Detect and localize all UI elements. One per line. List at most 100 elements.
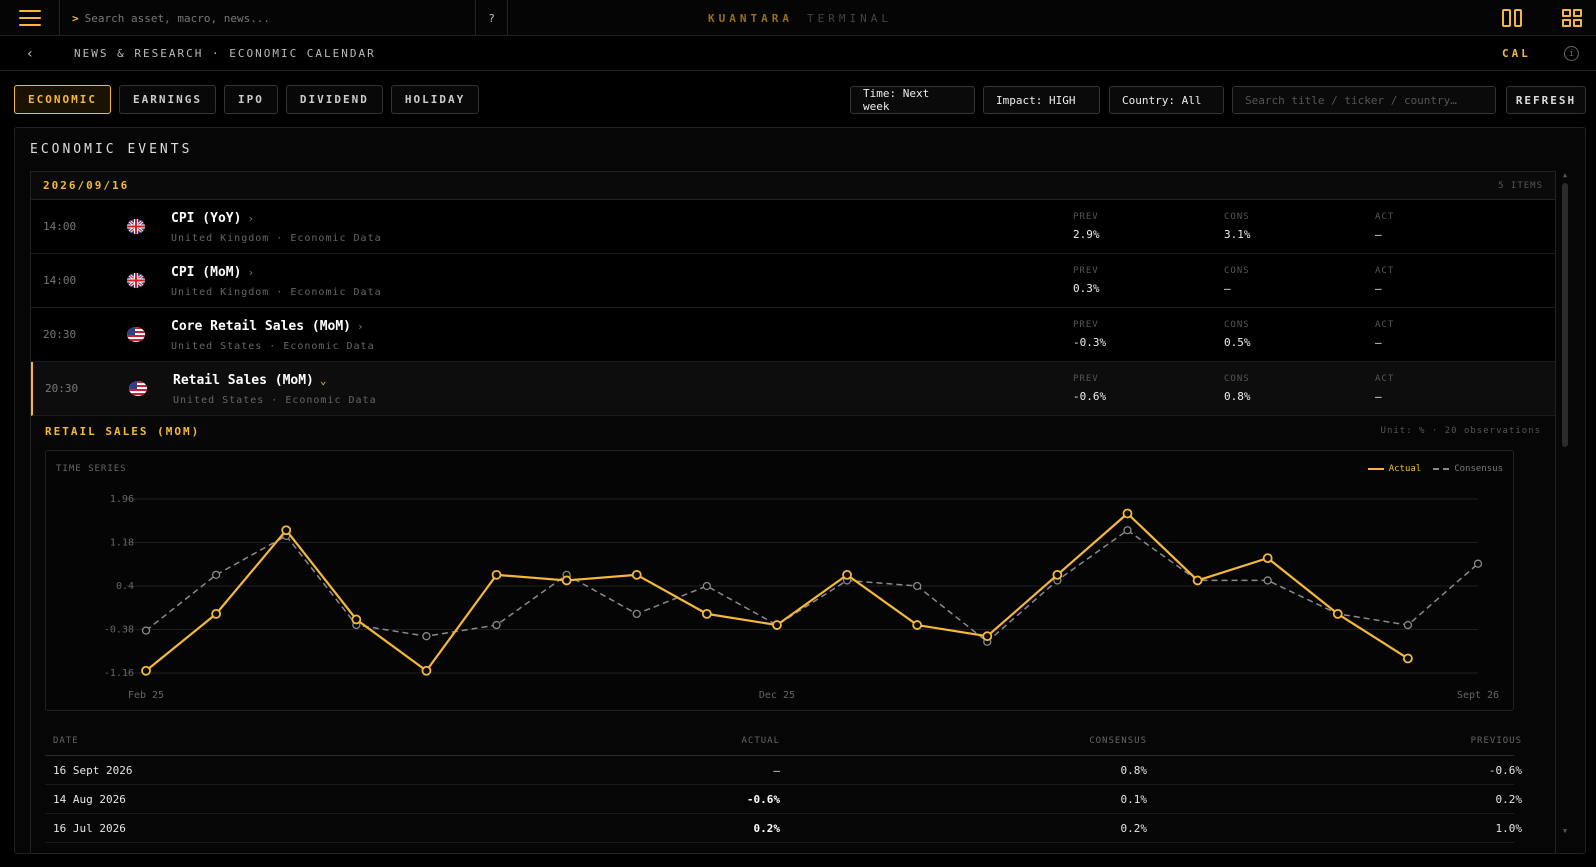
prev-column: PREV 0.3% — [1073, 266, 1100, 295]
panel-title: ECONOMIC EVENTS — [30, 142, 193, 157]
cell-actual: — — [773, 763, 780, 777]
columns-layout-icon[interactable] — [1502, 9, 1522, 27]
category-tabs: ECONOMIC EARNINGS IPO DIVIDEND HOLIDAY — [14, 85, 480, 114]
brand-primary: KUANTARA — [708, 11, 793, 25]
events-list[interactable]: 2026/09/16 5 ITEMS 14:00 CPI (YoY) › Unit… — [30, 171, 1556, 853]
event-row[interactable]: 14:00 CPI (MoM) › United Kingdom · Econom… — [31, 254, 1555, 308]
detail-title: RETAIL SALES (MOM) — [45, 425, 201, 438]
point-consensus — [141, 626, 151, 635]
prev-column: PREV -0.6% — [1073, 374, 1107, 403]
chevron-right-icon: › — [247, 212, 255, 225]
table-header: DATE ACTUAL CONSENSUS PREVIOUS — [45, 726, 1521, 756]
y-tick-label: 1.96 — [110, 494, 134, 505]
point-consensus — [211, 570, 221, 579]
act-column: ACT — — [1375, 374, 1395, 403]
prev-column: PREV 2.9% — [1073, 212, 1100, 241]
event-search-input[interactable] — [1245, 93, 1483, 107]
point-consensus — [702, 581, 711, 591]
scroll-thumb[interactable] — [1562, 183, 1568, 447]
point-actual — [701, 608, 712, 619]
y-tick-label: -0.38 — [104, 625, 134, 636]
cell-date: 16 Sept 2026 — [53, 763, 133, 777]
cons-column: CONS 0.8% — [1224, 374, 1251, 403]
global-search-input[interactable] — [84, 11, 445, 25]
vertical-scrollbar[interactable]: ▲ ▼ — [1561, 171, 1569, 835]
table-row: 16 Sept 2026 — 0.8% -0.6% — [45, 756, 1522, 785]
point-consensus — [422, 632, 431, 641]
prev-column: PREV -0.3% — [1073, 320, 1107, 349]
x-tick-label: Dec 25 — [759, 690, 795, 701]
x-tick-label: Feb 25 — [128, 690, 164, 701]
point-actual — [491, 569, 502, 580]
point-consensus — [632, 609, 641, 619]
tab-earnings[interactable]: EARNINGS — [118, 85, 216, 114]
cons-column: CONS 3.1% — [1224, 212, 1251, 241]
chart-canvas: 1.96 1.18 0.4 -0.38 -1.16 Feb 25 Dec 25 Sept 26 — [104, 494, 1499, 701]
group-date: 2026/09/16 — [43, 179, 130, 192]
point-actual — [982, 631, 993, 642]
history-table: DATE ACTUAL CONSENSUS PREVIOUS 16 Sept 2… — [45, 726, 1522, 843]
global-search[interactable]: > — [60, 0, 476, 36]
point-consensus — [913, 581, 922, 591]
point-actual — [351, 614, 362, 625]
point-actual — [281, 525, 292, 536]
event-title: CPI (YoY) › — [171, 211, 255, 226]
event-title: Retail Sales (MoM) ⌄ — [173, 373, 327, 388]
act-column: ACT — — [1375, 320, 1395, 349]
tab-economic[interactable]: ECONOMIC — [14, 85, 111, 114]
scroll-up-icon[interactable]: ▲ — [1561, 171, 1569, 179]
scroll-down-icon[interactable]: ▼ — [1561, 827, 1569, 835]
event-row[interactable]: 14:00 CPI (YoY) › United Kingdom · Econom… — [31, 200, 1555, 254]
cons-column: CONS 0.5% — [1224, 320, 1251, 349]
cell-previous: 1.0% — [1495, 821, 1523, 835]
header-consensus: CONSENSUS — [1089, 735, 1147, 746]
table-row: 16 Jul 2026 0.2% 0.2% 1.0% — [45, 814, 1522, 843]
info-icon[interactable]: i — [1564, 46, 1579, 61]
event-subtitle: United Kingdom · Economic Data — [171, 287, 382, 298]
tab-holiday[interactable]: HOLIDAY — [390, 85, 480, 114]
chevron-right-icon: › — [247, 266, 255, 279]
y-tick-label: -1.16 — [104, 668, 134, 679]
economic-events-panel: ECONOMIC EVENTS 2026/09/16 5 ITEMS 14:00… — [14, 127, 1586, 854]
cons-column: CONS — — [1224, 266, 1250, 295]
point-actual — [561, 575, 572, 586]
event-row[interactable]: 20:30 Core Retail Sales (MoM) › United St… — [31, 308, 1555, 362]
time-series-chart: TIME SERIES Actual Consensus 1.96 1.18 0.4… — [45, 450, 1514, 711]
point-actual — [1192, 575, 1203, 586]
group-count: 5 ITEMS — [1498, 180, 1543, 191]
tab-dividend[interactable]: DIVIDEND — [285, 85, 383, 114]
act-column: ACT — — [1375, 212, 1395, 241]
top-bar: > ? KUANTARA TERMINAL — [0, 0, 1596, 36]
menu-icon[interactable] — [0, 0, 60, 36]
point-actual — [141, 665, 151, 676]
cell-actual: -0.6% — [746, 792, 780, 806]
grid-layout-icon[interactable] — [1562, 9, 1582, 27]
country-filter[interactable]: Country: All — [1109, 86, 1224, 114]
help-button[interactable]: ? — [476, 0, 508, 36]
impact-filter[interactable]: Impact: HIGH — [983, 86, 1100, 114]
event-row-expanded[interactable]: 20:30 Retail Sales (MoM) ⌄ United States … — [31, 362, 1555, 416]
uk-flag-icon — [127, 273, 145, 288]
calendar-button[interactable]: CAL — [1502, 36, 1531, 71]
back-chevron-icon[interactable]: ‹ — [20, 44, 40, 64]
point-actual — [912, 620, 923, 630]
cell-consensus: 0.8% — [1120, 763, 1148, 777]
y-tick-label: 0.4 — [116, 581, 134, 592]
chevron-down-icon: ⌄ — [319, 374, 327, 387]
point-actual — [631, 569, 642, 580]
chevron-right-icon: › — [357, 320, 364, 333]
header-actual: ACTUAL — [741, 735, 780, 746]
time-filter[interactable]: Time: Next week — [850, 86, 975, 114]
event-time: 20:30 — [43, 328, 77, 341]
tab-ipo[interactable]: IPO — [223, 85, 278, 114]
cell-consensus: 0.1% — [1120, 792, 1148, 806]
event-search[interactable] — [1232, 86, 1496, 114]
point-actual — [842, 569, 852, 580]
refresh-button[interactable]: REFRESH — [1506, 86, 1586, 114]
cell-previous: -0.6% — [1488, 763, 1522, 777]
us-flag-icon — [129, 381, 147, 396]
detail-meta: Unit: % · 20 observations — [1380, 426, 1541, 436]
point-actual — [1402, 653, 1413, 664]
point-consensus — [492, 620, 501, 630]
cell-previous: 0.2% — [1495, 792, 1523, 806]
